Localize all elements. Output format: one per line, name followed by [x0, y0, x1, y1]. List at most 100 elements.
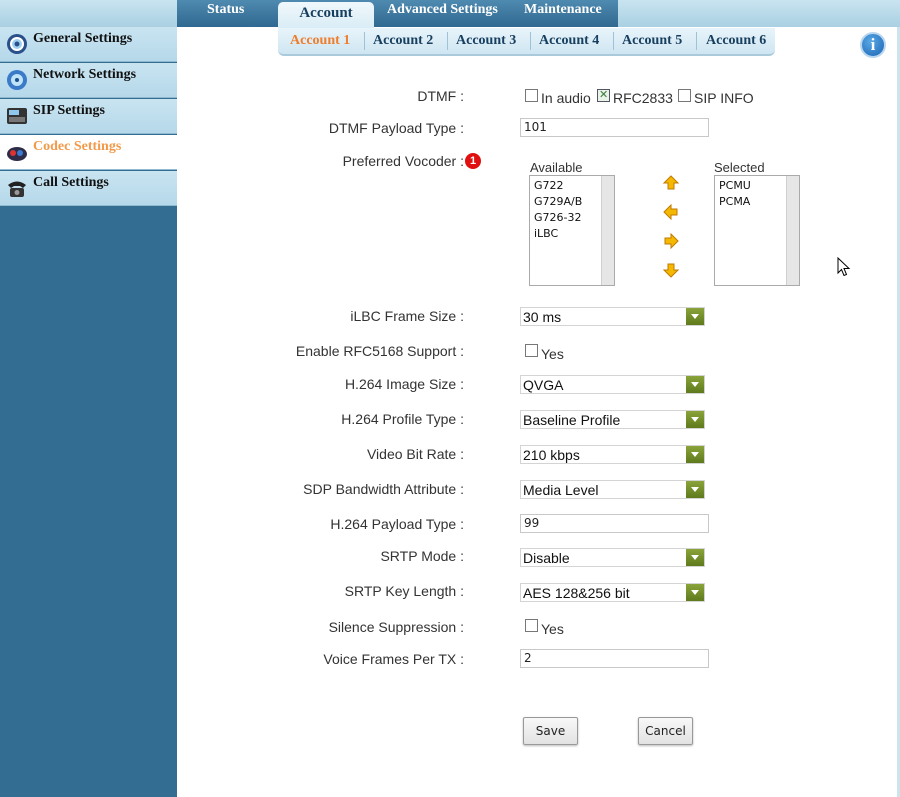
srtp-key-length-label: SRTP Key Length :	[344, 583, 464, 599]
move-up-arrow-icon[interactable]	[663, 175, 679, 191]
tab-account-1[interactable]: Account 1	[290, 33, 350, 49]
silence-suppression-label: Silence Suppression :	[328, 619, 464, 635]
sidebar-item-codec-settings[interactable]: Codec Settings	[0, 135, 177, 170]
sidebar-item-label: SIP Settings	[33, 103, 105, 118]
tab-status[interactable]: Status	[207, 0, 244, 27]
codec-icon	[7, 147, 27, 161]
tab-separator	[447, 32, 448, 50]
sip-phone-icon	[7, 108, 27, 124]
available-codecs-list[interactable]: G722 G729A/B G726-32 iLBC	[529, 175, 615, 286]
list-item[interactable]: PCMU	[719, 179, 751, 192]
silence-suppression-checkbox[interactable]	[525, 619, 538, 632]
vocoder-notification-badge: 1	[465, 153, 481, 169]
info-icon[interactable]: i	[860, 32, 886, 58]
tab-advanced-settings[interactable]: Advanced Settings	[387, 0, 498, 27]
dtmf-rfc2833-checkbox[interactable]	[597, 88, 610, 102]
dtmf-in-audio-label: In audio	[541, 90, 591, 106]
enable-rfc5168-yes-label: Yes	[541, 346, 564, 362]
tab-maintenance[interactable]: Maintenance	[524, 0, 602, 27]
sidebar-item-label: General Settings	[33, 31, 133, 46]
move-right-arrow-icon[interactable]	[663, 233, 679, 249]
tab-separator	[613, 32, 614, 50]
voice-frames-per-tx-input[interactable]: 2	[520, 649, 709, 668]
telephone-icon	[8, 181, 26, 197]
scrollbar[interactable]	[601, 176, 614, 285]
chevron-down-icon	[686, 308, 704, 325]
tab-account-6[interactable]: Account 6	[706, 33, 766, 49]
list-item[interactable]: G722	[534, 179, 564, 192]
sidebar-item-label: Call Settings	[33, 175, 109, 190]
mouse-pointer-icon	[837, 257, 851, 277]
sidebar-item-call-settings[interactable]: Call Settings	[0, 171, 177, 206]
tab-separator	[696, 32, 697, 50]
tab-account-3[interactable]: Account 3	[456, 33, 516, 49]
network-globe-icon	[7, 70, 27, 90]
srtp-key-length-select[interactable]: AES 128&256 bit	[520, 583, 705, 602]
silence-suppression-yes-label: Yes	[541, 621, 564, 637]
list-item[interactable]: PCMA	[719, 195, 750, 208]
sidebar: General Settings Network Settings SIP Se…	[0, 27, 177, 797]
list-item[interactable]: G729A/B	[534, 195, 582, 208]
ilbc-frame-size-select[interactable]: 30 ms	[520, 307, 705, 326]
voice-frames-per-tx-label: Voice Frames Per TX :	[323, 651, 464, 667]
save-button[interactable]: Save	[523, 717, 578, 745]
account-subtabs: Account 1 Account 2 Account 3 Account 4 …	[278, 28, 775, 56]
select-value: Baseline Profile	[523, 412, 621, 428]
h264-payload-type-label: H.264 Payload Type :	[330, 516, 464, 532]
dtmf-label: DTMF :	[417, 88, 464, 104]
tab-account-2[interactable]: Account 2	[373, 33, 433, 49]
sidebar-item-network-settings[interactable]: Network Settings	[0, 63, 177, 98]
video-bit-rate-label: Video Bit Rate :	[366, 446, 464, 462]
tab-account-5[interactable]: Account 5	[622, 33, 682, 49]
sidebar-item-sip-settings[interactable]: SIP Settings	[0, 99, 177, 134]
dtmf-sip-info-label: SIP INFO	[694, 90, 754, 106]
select-value: Media Level	[523, 482, 599, 498]
chevron-down-icon	[686, 411, 704, 428]
list-item[interactable]: G726-32	[534, 211, 582, 224]
chevron-down-icon	[686, 584, 704, 601]
srtp-mode-label: SRTP Mode :	[380, 548, 464, 564]
sidebar-item-label: Codec Settings	[33, 139, 122, 154]
available-heading: Available	[530, 160, 583, 175]
gear-icon	[7, 34, 27, 54]
chevron-down-icon	[686, 481, 704, 498]
select-value: Disable	[523, 550, 570, 566]
sidebar-item-general-settings[interactable]: General Settings	[0, 27, 177, 62]
h264-profile-type-select[interactable]: Baseline Profile	[520, 410, 705, 429]
dtmf-rfc2833-label: RFC2833	[613, 90, 673, 106]
tab-account[interactable]: Account	[278, 2, 374, 29]
chevron-down-icon	[686, 446, 704, 463]
h264-payload-type-input[interactable]: 99	[520, 514, 709, 533]
preferred-vocoder-label: Preferred Vocoder :	[342, 153, 464, 169]
select-value: QVGA	[523, 377, 564, 393]
tab-separator	[364, 32, 365, 50]
srtp-mode-select[interactable]: Disable	[520, 548, 705, 567]
enable-rfc5168-checkbox[interactable]	[525, 344, 538, 357]
dtmf-payload-type-label: DTMF Payload Type :	[328, 120, 464, 136]
video-bit-rate-select[interactable]: 210 kbps	[520, 445, 705, 464]
dtmf-payload-type-input[interactable]: 101	[520, 118, 709, 137]
select-value: 210 kbps	[523, 447, 580, 463]
tab-account-4[interactable]: Account 4	[539, 33, 599, 49]
cancel-button[interactable]: Cancel	[638, 717, 693, 745]
h264-profile-type-label: H.264 Profile Type :	[341, 411, 464, 427]
sidebar-item-label: Network Settings	[33, 67, 137, 82]
enable-rfc5168-label: Enable RFC5168 Support :	[295, 343, 464, 359]
dtmf-in-audio-checkbox[interactable]	[525, 89, 538, 102]
h264-image-size-label: H.264 Image Size :	[344, 376, 464, 392]
main-nav: Status Account Advanced Settings Mainten…	[177, 0, 618, 29]
h264-image-size-select[interactable]: QVGA	[520, 375, 705, 394]
selected-codecs-list[interactable]: PCMU PCMA	[714, 175, 800, 286]
scrollbar[interactable]	[786, 176, 799, 285]
tab-separator	[530, 32, 531, 50]
ilbc-frame-size-label: iLBC Frame Size :	[350, 308, 464, 324]
list-item[interactable]: iLBC	[534, 227, 558, 240]
move-down-arrow-icon[interactable]	[663, 262, 679, 278]
sdp-bandwidth-attribute-select[interactable]: Media Level	[520, 480, 705, 499]
move-left-arrow-icon[interactable]	[663, 204, 679, 220]
dtmf-sip-info-checkbox[interactable]	[678, 89, 691, 102]
sdp-bandwidth-attribute-label: SDP Bandwidth Attribute :	[303, 481, 464, 497]
chevron-down-icon	[686, 376, 704, 393]
select-value: 30 ms	[523, 309, 562, 325]
chevron-down-icon	[686, 549, 704, 566]
